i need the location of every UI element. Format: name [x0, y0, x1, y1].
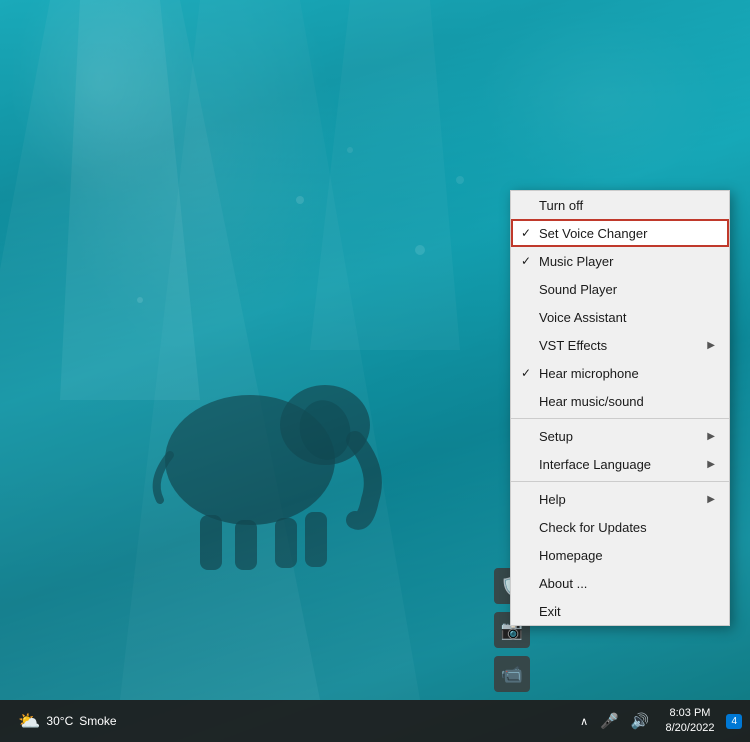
- menu-item-sound-player[interactable]: Sound Player: [511, 275, 729, 303]
- menu-label-interface-language: Interface Language: [539, 457, 707, 472]
- menu-item-set-voice-changer[interactable]: ✓Set Voice Changer: [511, 219, 729, 247]
- menu-item-about[interactable]: About ...: [511, 569, 729, 597]
- clock-date: 8/20/2022: [666, 721, 715, 736]
- menu-label-voice-assistant: Voice Assistant: [539, 310, 715, 325]
- taskbar: ⛅ 30°C Smoke ∧ 🎤 🔊 8:03 PM 8/20/2022 4: [0, 700, 750, 742]
- menu-item-homepage[interactable]: Homepage: [511, 541, 729, 569]
- taskbar-right: ∧ 🎤 🔊 8:03 PM 8/20/2022 4: [576, 706, 750, 737]
- menu-arrow-setup: ▶: [707, 431, 715, 442]
- menu-label-sound-player: Sound Player: [539, 282, 715, 297]
- menu-item-turn-off[interactable]: Turn off: [511, 191, 729, 219]
- notification-badge[interactable]: 4: [726, 714, 742, 729]
- menu-label-setup: Setup: [539, 429, 707, 444]
- menu-check-hear-microphone: ✓: [521, 366, 539, 380]
- menu-label-homepage: Homepage: [539, 548, 715, 563]
- weather-temp: 30°C: [46, 714, 73, 728]
- menu-arrow-help: ▶: [707, 494, 715, 505]
- menu-item-exit[interactable]: Exit: [511, 597, 729, 625]
- taskbar-left: ⛅ 30°C Smoke: [0, 711, 127, 732]
- menu-separator-after-interface-language: [511, 481, 729, 482]
- menu-item-help[interactable]: Help▶: [511, 485, 729, 513]
- menu-separator-after-hear-music-sound: [511, 418, 729, 419]
- menu-check-music-player: ✓: [521, 254, 539, 268]
- menu-label-exit: Exit: [539, 604, 715, 619]
- volume-tray-icon[interactable]: 🔊: [627, 710, 654, 732]
- menu-item-setup[interactable]: Setup▶: [511, 422, 729, 450]
- video-app-icon[interactable]: 📹: [494, 656, 530, 692]
- weather-icon: ⛅: [18, 711, 40, 732]
- menu-item-check-updates[interactable]: Check for Updates: [511, 513, 729, 541]
- menu-arrow-vst-effects: ▶: [707, 340, 715, 351]
- menu-label-turn-off: Turn off: [539, 198, 715, 213]
- menu-item-hear-microphone[interactable]: ✓Hear microphone: [511, 359, 729, 387]
- clock-time: 8:03 PM: [669, 706, 710, 721]
- menu-label-about: About ...: [539, 576, 715, 591]
- context-menu: Turn off✓Set Voice Changer✓Music PlayerS…: [510, 190, 730, 626]
- menu-label-check-updates: Check for Updates: [539, 520, 715, 535]
- menu-label-hear-music-sound: Hear music/sound: [539, 394, 715, 409]
- menu-arrow-interface-language: ▶: [707, 459, 715, 470]
- menu-item-hear-music-sound[interactable]: Hear music/sound: [511, 387, 729, 415]
- menu-check-set-voice-changer: ✓: [521, 226, 539, 240]
- menu-item-vst-effects[interactable]: VST Effects▶: [511, 331, 729, 359]
- tray-chevron-button[interactable]: ∧: [576, 713, 592, 730]
- menu-label-music-player: Music Player: [539, 254, 715, 269]
- weather-area[interactable]: ⛅ 30°C Smoke: [8, 711, 127, 732]
- menu-item-interface-language[interactable]: Interface Language▶: [511, 450, 729, 478]
- menu-item-music-player[interactable]: ✓Music Player: [511, 247, 729, 275]
- menu-label-help: Help: [539, 492, 707, 507]
- system-tray: ∧ 🎤 🔊: [576, 710, 653, 732]
- menu-label-set-voice-changer: Set Voice Changer: [539, 226, 715, 241]
- menu-item-voice-assistant[interactable]: Voice Assistant: [511, 303, 729, 331]
- weather-condition: Smoke: [79, 714, 116, 728]
- menu-label-hear-microphone: Hear microphone: [539, 366, 715, 381]
- microphone-tray-icon[interactable]: 🎤: [596, 710, 623, 732]
- clock-area[interactable]: 8:03 PM 8/20/2022: [660, 706, 721, 737]
- menu-label-vst-effects: VST Effects: [539, 338, 707, 353]
